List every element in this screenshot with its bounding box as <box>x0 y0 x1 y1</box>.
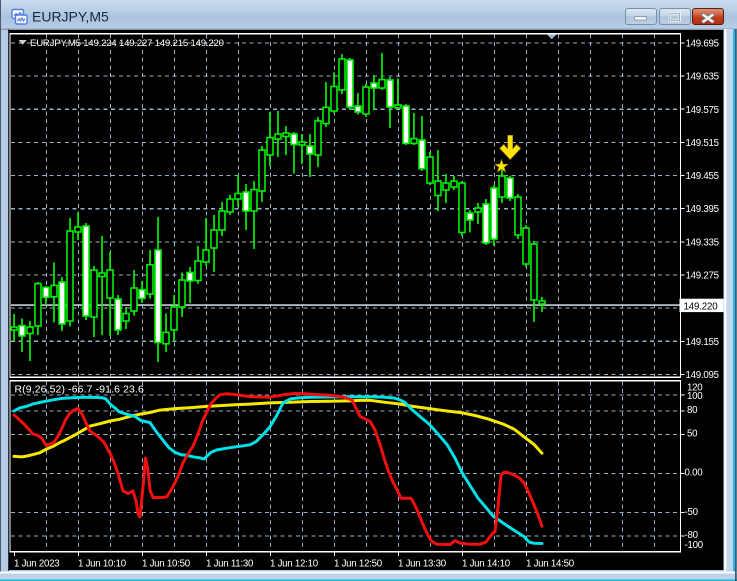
svg-text:149.455: 149.455 <box>686 171 719 182</box>
svg-text:1 Jun 12:50: 1 Jun 12:50 <box>334 559 383 570</box>
svg-text:80: 80 <box>687 405 698 416</box>
svg-text:R(9,26,52) -66.7 -91.6 23.6: R(9,26,52) -66.7 -91.6 23.6 <box>15 384 144 395</box>
svg-text:0.00: 0.00 <box>685 468 704 479</box>
svg-text:149.695: 149.695 <box>686 39 719 50</box>
svg-text:149.275: 149.275 <box>686 271 719 282</box>
svg-text:1 Jun 14:10: 1 Jun 14:10 <box>462 559 511 570</box>
svg-text:1 Jun 10:10: 1 Jun 10:10 <box>78 559 127 570</box>
svg-text:-100: -100 <box>685 540 704 551</box>
svg-text:50: 50 <box>687 429 698 440</box>
svg-text:149.335: 149.335 <box>686 237 719 248</box>
svg-text:149.220: 149.220 <box>684 301 719 312</box>
svg-text:149.635: 149.635 <box>686 72 719 83</box>
svg-text:149.395: 149.395 <box>686 204 719 215</box>
svg-text:149.575: 149.575 <box>686 105 719 116</box>
svg-text:1 Jun 14:50: 1 Jun 14:50 <box>526 559 575 570</box>
svg-text:1 Jun 2023: 1 Jun 2023 <box>14 559 59 570</box>
svg-text:149.155: 149.155 <box>686 337 719 348</box>
svg-text:149.515: 149.515 <box>686 138 719 149</box>
svg-text:-50: -50 <box>685 507 699 518</box>
svg-text:1 Jun 10:50: 1 Jun 10:50 <box>142 559 191 570</box>
svg-text:1 Jun 12:10: 1 Jun 12:10 <box>270 559 319 570</box>
svg-text:100: 100 <box>687 391 703 402</box>
svg-text:1 Jun 13:30: 1 Jun 13:30 <box>398 559 447 570</box>
svg-text:EURJPY,M5: EURJPY,M5 <box>32 9 109 25</box>
svg-text:149.095: 149.095 <box>686 370 719 381</box>
svg-text:1 Jun 11:30: 1 Jun 11:30 <box>206 559 254 570</box>
svg-text:EURJPY,M5 149.224 149.227 149.: EURJPY,M5 149.224 149.227 149.215 149.22… <box>30 38 224 49</box>
